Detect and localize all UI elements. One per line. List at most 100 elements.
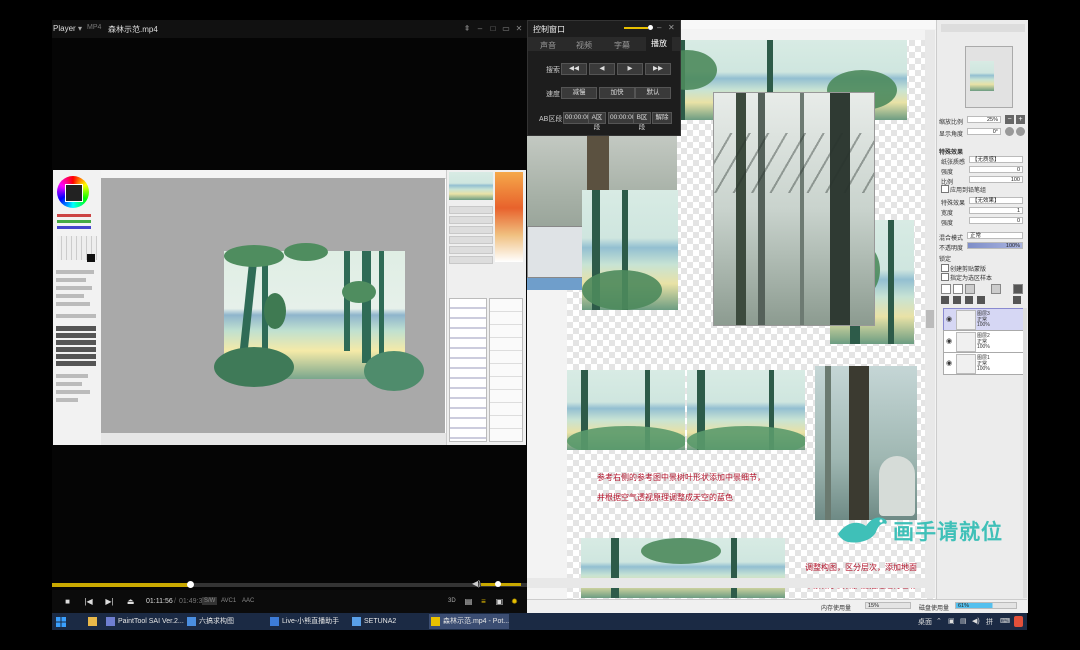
apply-checkbox[interactable] <box>941 185 949 193</box>
player-app-menu[interactable]: Player <box>53 24 76 33</box>
property-row <box>449 256 493 264</box>
angle-field[interactable]: 0° <box>967 128 1001 135</box>
set-b-button[interactable]: B区段 <box>633 112 651 131</box>
default-speed-button[interactable]: 默认 <box>635 87 671 99</box>
next-icon[interactable]: ▶| <box>103 595 116 608</box>
tab-audio[interactable]: 声音 <box>540 40 556 51</box>
layer-scrollbar[interactable] <box>1023 308 1027 598</box>
layer-tool-icon[interactable] <box>991 284 1001 294</box>
close-icon[interactable]: ✕ <box>514 24 524 34</box>
layer-mask-icon[interactable] <box>965 284 975 294</box>
minimize-icon[interactable]: – <box>657 23 661 32</box>
opacity-slider[interactable]: 100% <box>967 242 1023 249</box>
tab-subtitle[interactable]: 字幕 <box>614 40 630 51</box>
intensity-field[interactable]: 0 <box>969 217 1023 224</box>
merge-layer-icon[interactable] <box>953 296 961 304</box>
opacity-handle[interactable] <box>648 25 653 30</box>
vertical-scroll-thumb[interactable] <box>926 310 934 328</box>
previous-icon[interactable]: |◀ <box>82 595 95 608</box>
tab-video[interactable]: 视频 <box>576 40 592 51</box>
reset-rotate-icon[interactable] <box>1016 127 1025 136</box>
strength-field[interactable]: 0 <box>969 166 1023 173</box>
new-layer-icon[interactable] <box>941 284 951 294</box>
video-frame[interactable] <box>53 170 526 445</box>
eye-icon[interactable]: ◉ <box>946 337 952 345</box>
faster-button[interactable]: 加快 <box>599 87 635 99</box>
taskbar-app-live[interactable]: Live-小熊直播助手 <box>268 614 348 629</box>
stop-icon[interactable]: ■ <box>61 595 74 608</box>
width-field[interactable]: 1 <box>969 207 1023 214</box>
layer-tool-icon[interactable] <box>1013 284 1023 294</box>
sw-badge: S/W <box>202 597 218 605</box>
blend-mode-select[interactable]: 正常 <box>967 232 1023 239</box>
capture-icon[interactable]: ▣ <box>493 595 506 608</box>
taskbar-app-sai[interactable]: PaintTool SAI Ver.2... <box>104 614 184 629</box>
3d-button[interactable]: 3D <box>446 597 458 605</box>
layer-item[interactable]: ◉ 图层2 正常 100% <box>943 330 1025 353</box>
scale-field[interactable]: 100 <box>969 176 1023 183</box>
keyboard-icon[interactable]: ⌨ <box>1000 617 1010 625</box>
zoom-out-icon[interactable]: − <box>1005 115 1014 124</box>
tab-playback[interactable]: 播放 <box>646 37 672 51</box>
tray-arrow-icon[interactable]: ⌃ <box>936 617 942 625</box>
seek-forward-far-button[interactable]: ▶▶ <box>645 63 671 75</box>
paper-texture-select[interactable]: 【无质感】 <box>969 156 1023 163</box>
seek-forward-button[interactable]: ▶ <box>617 63 643 75</box>
new-folder-icon[interactable] <box>953 284 963 294</box>
ab-start-time[interactable]: 00:00:00 <box>563 112 590 124</box>
tool-row <box>56 390 90 394</box>
seek-back-far-button[interactable]: ◀◀ <box>561 63 587 75</box>
horizontal-scrollbar[interactable] <box>527 578 925 588</box>
eye-icon[interactable]: ◉ <box>946 315 952 323</box>
notification-icon[interactable] <box>1014 616 1023 627</box>
clip-checkbox[interactable] <box>941 264 949 272</box>
file-explorer-icon[interactable] <box>86 614 100 629</box>
taskbar-app-composition[interactable]: 六搞求构图 <box>185 614 265 629</box>
eject-icon[interactable]: ⏏ <box>124 595 137 608</box>
current-color <box>87 254 95 262</box>
minimize-icon[interactable]: – <box>475 24 485 34</box>
seek-handle[interactable] <box>186 581 194 588</box>
tray-app-icon[interactable]: ▣ <box>948 617 955 625</box>
taskbar-app-potplayer[interactable]: 森林示范.mp4 - Pot... <box>429 614 509 629</box>
subtitle-icon[interactable]: ▤ <box>462 595 475 608</box>
tool-row <box>56 382 82 386</box>
special-effect-select[interactable]: 【无效果】 <box>969 197 1023 204</box>
layer-tool-icon[interactable] <box>1013 296 1021 304</box>
select-source-checkbox[interactable] <box>941 273 949 281</box>
zoom-field[interactable]: 25% <box>967 116 1001 123</box>
menu-arrow-icon[interactable]: ▾ <box>78 24 82 33</box>
merge-down-icon[interactable] <box>941 296 949 304</box>
seek-back-button[interactable]: ◀ <box>589 63 615 75</box>
input-method-icon[interactable]: 拼 <box>986 617 993 627</box>
opacity-slider[interactable] <box>624 27 648 29</box>
fullscreen-icon[interactable]: ▭ <box>501 24 511 34</box>
zoom-in-icon[interactable]: + <box>1016 115 1025 124</box>
volume-handle[interactable] <box>495 581 501 587</box>
volume-icon[interactable]: ◀) <box>972 617 980 625</box>
pin-icon[interactable]: ⇞ <box>462 24 472 34</box>
playlist-icon[interactable]: ≡ <box>477 595 490 608</box>
layer-thumbnail <box>956 310 976 330</box>
taskbar-app-setuna[interactable]: SETUNA2 <box>350 614 426 629</box>
ab-end-time[interactable]: 00:00:00 <box>608 112 635 124</box>
close-icon[interactable]: ✕ <box>668 23 675 32</box>
clear-ab-button[interactable]: 解除 <box>652 112 672 124</box>
network-icon[interactable]: ▤ <box>960 617 967 625</box>
volume-icon[interactable]: ◀) <box>472 579 481 588</box>
delete-layer-icon[interactable] <box>977 296 985 304</box>
settings-gear-icon[interactable]: ✹ <box>508 595 521 608</box>
bird-logo-icon <box>838 517 887 543</box>
maximize-icon[interactable]: □ <box>488 24 498 34</box>
set-a-button[interactable]: A区段 <box>588 112 606 131</box>
rotate-icon[interactable] <box>1005 127 1014 136</box>
desktop-toolbar[interactable]: 桌面 <box>918 617 932 627</box>
windows-start-icon[interactable] <box>56 614 70 629</box>
volume-slider[interactable] <box>481 583 521 586</box>
layer-item[interactable]: ◉ 图层1 正常 100% <box>943 352 1025 375</box>
slower-button[interactable]: 减慢 <box>561 87 597 99</box>
layer-item[interactable]: ◉ 图层3 正常 100% <box>943 308 1025 331</box>
forest-painting <box>214 243 424 391</box>
eye-icon[interactable]: ◉ <box>946 359 952 367</box>
clear-layer-icon[interactable] <box>965 296 973 304</box>
